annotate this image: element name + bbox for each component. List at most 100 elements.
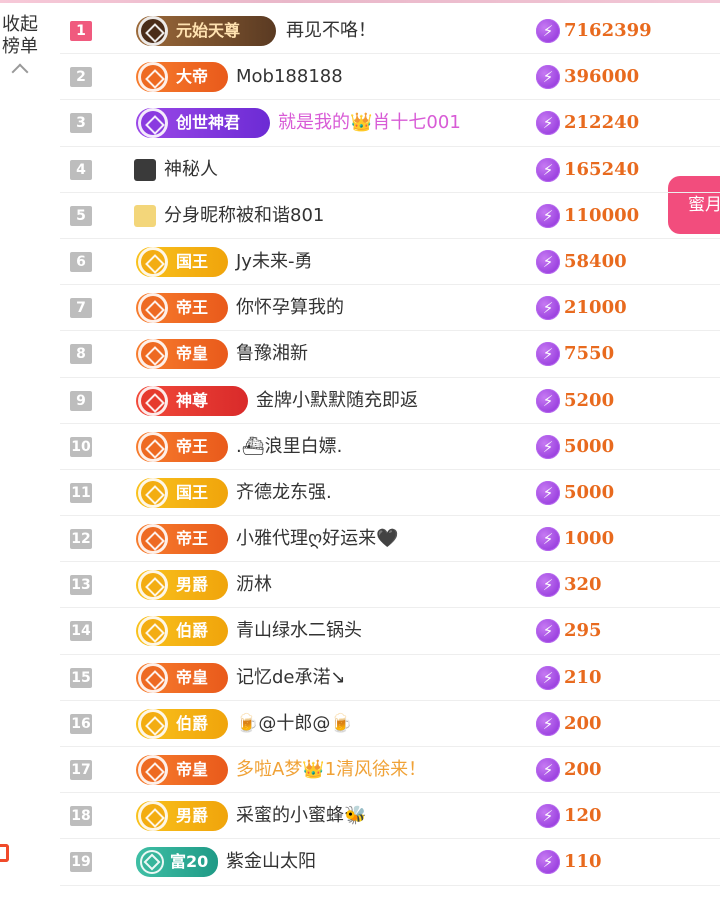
rank-number: 6 bbox=[70, 251, 92, 272]
leaderboard-row[interactable]: 14 伯爵 青山绿水二锅头 ⚡ 295 bbox=[60, 608, 720, 655]
lightning-glyph: ⚡ bbox=[542, 622, 554, 641]
rank-number: 15 bbox=[70, 667, 92, 688]
leaderboard-row[interactable]: 4 神秘人 ⚡ 165240 bbox=[60, 147, 720, 193]
level-badge: 大帝 bbox=[136, 62, 228, 93]
lightning-coin-icon: ⚡ bbox=[536, 804, 560, 829]
leaderboard-row[interactable]: 11 国王 齐德龙东强. ⚡ 5000 bbox=[60, 470, 720, 517]
leaderboard-row[interactable]: 18 男爵 采蜜的小蜜蜂🐝 ⚡ 120 bbox=[60, 793, 720, 840]
user-name[interactable]: 再见不咯！ bbox=[286, 8, 376, 54]
lightning-glyph: ⚡ bbox=[542, 668, 554, 687]
rank-number: 1 bbox=[70, 21, 92, 41]
user-name[interactable]: 你怀孕算我的 bbox=[236, 285, 344, 331]
lightning-coin-icon: ⚡ bbox=[536, 665, 560, 690]
leaderboard-row[interactable]: 8 帝皇 鲁豫湘新 ⚡ 7550 bbox=[60, 331, 720, 378]
lightning-coin-icon: ⚡ bbox=[536, 619, 560, 644]
user-name[interactable]: 紫金山太阳 bbox=[226, 839, 316, 885]
lightning-glyph: ⚡ bbox=[542, 483, 554, 502]
leaderboard-row[interactable]: 5 分身昵称被和谐801 ⚡ 110000 bbox=[60, 193, 720, 239]
user-name[interactable]: Jy未来-勇 bbox=[236, 239, 312, 285]
contribution-amount: 7550 bbox=[564, 343, 615, 365]
badge-emblem-icon bbox=[138, 616, 168, 647]
level-badge: 男爵 bbox=[136, 801, 228, 832]
user-name[interactable]: Mob188188 bbox=[236, 54, 343, 100]
lightning-glyph: ⚡ bbox=[542, 160, 554, 179]
contribution-amount: 210 bbox=[564, 666, 602, 688]
leaderboard-row[interactable]: 1 元始天尊 再见不咯！ ⚡ 7162399 bbox=[60, 8, 720, 55]
badge-label: 男爵 bbox=[176, 806, 209, 826]
contribution-amount: 200 bbox=[564, 759, 602, 780]
badge-emblem-icon bbox=[138, 108, 168, 139]
level-badge: 帝皇 bbox=[136, 755, 228, 785]
contribution-amount: 5000 bbox=[564, 435, 615, 457]
leaderboard-row[interactable]: 7 帝王 你怀孕算我的 ⚡ 21000 bbox=[60, 285, 720, 332]
user-name[interactable]: 神秘人 bbox=[164, 147, 218, 193]
leaderboard-row[interactable]: 3 创世神君 就是我的👑肖十七001 ⚡ 212240 bbox=[60, 100, 720, 147]
lightning-glyph: ⚡ bbox=[542, 206, 554, 225]
leaderboard-row[interactable]: 16 伯爵 🍺@十郎@🍺 ⚡ 200 bbox=[60, 701, 720, 747]
level-badge: 国王 bbox=[136, 477, 228, 508]
contribution-amount: 1000 bbox=[564, 528, 615, 550]
collapse-leaderboard-button[interactable]: 收起榜单 bbox=[0, 14, 40, 81]
user-avatar[interactable] bbox=[134, 158, 156, 181]
badge-label: 伯爵 bbox=[176, 713, 209, 733]
lightning-glyph: ⚡ bbox=[542, 22, 554, 40]
badge-label: 国王 bbox=[176, 482, 209, 502]
lightning-glyph: ⚡ bbox=[542, 807, 554, 826]
user-name[interactable]: 就是我的👑肖十七001 bbox=[278, 100, 461, 146]
leaderboard-row[interactable]: 2 大帝 Mob188188 ⚡ 396000 bbox=[60, 54, 720, 101]
level-badge: 创世神君 bbox=[136, 108, 270, 139]
user-name[interactable]: 🍺@十郎@🍺 bbox=[236, 701, 353, 747]
lightning-glyph: ⚡ bbox=[542, 345, 554, 364]
badge-emblem-icon bbox=[140, 850, 164, 875]
badge-label: 帝王 bbox=[176, 436, 209, 456]
lightning-coin-icon: ⚡ bbox=[536, 203, 560, 228]
user-name[interactable]: 采蜜的小蜜蜂🐝 bbox=[236, 793, 366, 839]
lightning-glyph: ⚡ bbox=[542, 853, 554, 872]
leaderboard-row[interactable]: 10 帝王 .⛴浪里白嫖. ⚡ 5000 bbox=[60, 424, 720, 470]
user-name[interactable]: 多啦A梦👑1清风徐来！ bbox=[236, 747, 426, 793]
leaderboard-row[interactable]: 17 帝皇 多啦A梦👑1清风徐来！ ⚡ 200 bbox=[60, 747, 720, 794]
level-badge: 神尊 bbox=[136, 385, 248, 416]
leaderboard-row[interactable]: 12 帝王 小雅代理ღ好运来🖤 ⚡ 1000 bbox=[60, 516, 720, 563]
rank-number: 4 bbox=[70, 159, 92, 180]
badge-emblem-icon bbox=[138, 385, 168, 416]
badge-emblem-icon bbox=[138, 524, 168, 555]
badge-emblem-icon bbox=[138, 293, 168, 324]
user-avatar[interactable] bbox=[134, 204, 156, 227]
lightning-coin-icon: ⚡ bbox=[536, 342, 560, 367]
lightning-glyph: ⚡ bbox=[542, 114, 554, 133]
rank-number: 13 bbox=[70, 575, 92, 596]
contribution-amount: 212240 bbox=[564, 112, 640, 134]
badge-emblem-icon bbox=[138, 246, 168, 277]
user-name[interactable]: 青山绿水二锅头 bbox=[236, 608, 362, 654]
lightning-glyph: ⚡ bbox=[542, 530, 554, 549]
user-name[interactable]: 沥林 bbox=[236, 562, 272, 608]
user-name[interactable]: 小雅代理ღ好运来🖤 bbox=[236, 516, 399, 562]
badge-emblem-icon bbox=[138, 570, 168, 601]
lightning-glyph: ⚡ bbox=[542, 299, 554, 318]
badge-label: 元始天尊 bbox=[176, 21, 241, 40]
user-name[interactable]: 金牌小默默随充即返 bbox=[256, 378, 418, 424]
leaderboard-row[interactable]: 9 神尊 金牌小默默随充即返 ⚡ 5200 bbox=[60, 378, 720, 424]
lightning-glyph: ⚡ bbox=[542, 391, 554, 410]
rank-number: 5 bbox=[70, 205, 92, 226]
lightning-glyph: ⚡ bbox=[542, 761, 554, 779]
lightning-glyph: ⚡ bbox=[542, 437, 554, 456]
contribution-amount: 5200 bbox=[564, 389, 615, 411]
user-name[interactable]: 记忆de承渃↘ bbox=[236, 655, 346, 701]
leaderboard-row[interactable]: 13 男爵 沥林 ⚡ 320 bbox=[60, 562, 720, 609]
user-name[interactable]: 鲁豫湘新 bbox=[236, 331, 308, 377]
leaderboard-row[interactable]: 6 国王 Jy未来-勇 ⚡ 58400 bbox=[60, 239, 720, 286]
lightning-coin-icon: ⚡ bbox=[536, 573, 560, 598]
lightning-glyph: ⚡ bbox=[542, 68, 554, 87]
leaderboard-row[interactable]: 19 富20 紫金山太阳 ⚡ 110 bbox=[60, 839, 720, 886]
contribution-amount: 110000 bbox=[564, 204, 640, 226]
rank-number: 17 bbox=[70, 760, 92, 780]
user-name[interactable]: 齐德龙东强. bbox=[236, 470, 332, 516]
rank-number: 16 bbox=[70, 713, 92, 734]
badge-label: 帝王 bbox=[176, 529, 209, 549]
user-name[interactable]: .⛴浪里白嫖. bbox=[236, 424, 342, 470]
user-name[interactable]: 分身昵称被和谐801 bbox=[164, 193, 324, 239]
leaderboard-row[interactable]: 15 帝皇 记忆de承渃↘ ⚡ 210 bbox=[60, 655, 720, 701]
edge-handle-icon[interactable] bbox=[0, 844, 9, 862]
